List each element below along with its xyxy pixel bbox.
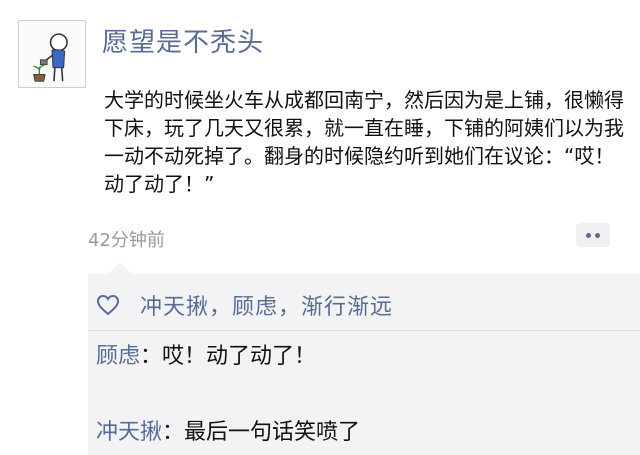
moments-post: 愿望是不秃头 大学的时候坐火车从成都回南宁，然后因为是上铺，很懒得下床，玩了几天… — [0, 0, 640, 455]
comment-item[interactable]: 顾虑：哎！动了动了！ — [96, 342, 316, 372]
post-timestamp: 42分钟前 — [88, 230, 165, 251]
comment-text: ：哎！动了动了！ — [140, 344, 317, 369]
likes-names[interactable]: 冲天揪，顾虑，渐行渐远 — [140, 289, 393, 321]
commenter-name[interactable]: 冲天揪 — [96, 420, 162, 445]
stick-figure-illustration — [33, 33, 68, 82]
commenter-name[interactable]: 顾虑 — [96, 344, 140, 369]
comment-box-caret — [108, 262, 132, 274]
post-author-name[interactable]: 愿望是不秃头 — [102, 22, 264, 59]
comment-item[interactable]: 冲天揪：最后一句话笑喷了 — [96, 418, 360, 448]
more-dots-icon — [595, 232, 600, 238]
post-text: 大学的时候坐火车从成都回南宁，然后因为是上铺，很懒得下床，玩了几天又很累，就一直… — [104, 88, 624, 196]
likes-divider — [88, 330, 640, 331]
likes-row: 冲天揪，顾虑，渐行渐远 — [96, 288, 393, 322]
heart-outline-icon — [96, 294, 120, 316]
avatar[interactable] — [18, 20, 86, 88]
more-actions-button[interactable] — [576, 223, 610, 247]
more-dots-icon — [586, 232, 591, 238]
comment-text: ：最后一句话笑喷了 — [162, 420, 361, 445]
